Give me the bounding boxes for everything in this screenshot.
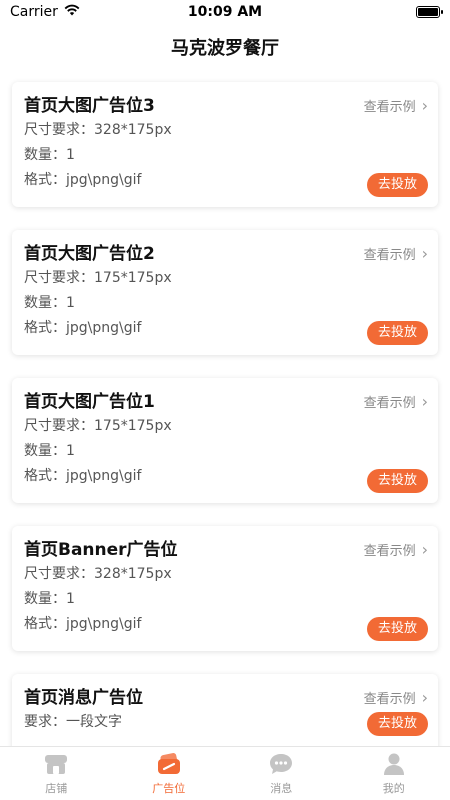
ad-slot-card: 首页大图广告位3 查看示例 › 尺寸要求：328*175px 数量：1 格式：j…: [12, 82, 438, 207]
ad-slot-card: 首页大图广告位1 查看示例 › 尺寸要求：175*175px 数量：1 格式：j…: [12, 378, 438, 503]
status-left: Carrier: [10, 4, 80, 20]
chevron-right-icon: ›: [421, 391, 428, 411]
page-title: 马克波罗餐厅: [171, 38, 279, 59]
view-example-link[interactable]: 查看示例 ›: [364, 244, 428, 263]
ad-slot-card: 首页消息广告位 查看示例 › 要求：一段文字 去投放: [12, 674, 438, 746]
profile-icon: [381, 752, 407, 776]
ad-slot-card: 首页大图广告位2 查看示例 › 尺寸要求：175*175px 数量：1 格式：j…: [12, 230, 438, 355]
quantity: 数量：1: [24, 295, 75, 311]
tab-label: 我的: [382, 781, 405, 795]
tab-profile[interactable]: 我的: [338, 747, 450, 800]
place-ad-button[interactable]: 去投放: [366, 469, 428, 493]
view-example-link[interactable]: 查看示例 ›: [364, 688, 428, 707]
quantity: 数量：1: [24, 591, 75, 607]
size-requirement: 尺寸要求：175*175px: [24, 270, 172, 286]
view-example-label: 查看示例: [363, 100, 416, 115]
format: 格式：jpg\png\gif: [24, 616, 142, 632]
status-bar: Carrier 10:09 AM: [0, 0, 450, 24]
view-example-link[interactable]: 查看示例 ›: [364, 540, 428, 559]
chevron-right-icon: ›: [421, 539, 428, 559]
view-example-link[interactable]: 查看示例 ›: [364, 96, 428, 115]
tab-ads[interactable]: 广告位: [113, 747, 226, 800]
view-example-label: 查看示例: [363, 248, 416, 263]
format: 格式：jpg\png\gif: [24, 172, 142, 188]
tab-store[interactable]: 店铺: [0, 747, 113, 800]
size-requirement: 尺寸要求：328*175px: [24, 566, 172, 582]
size-requirement: 尺寸要求：328*175px: [24, 122, 172, 138]
message-icon: [268, 752, 294, 776]
view-example-label: 查看示例: [363, 544, 416, 559]
ad-icon: [156, 752, 182, 776]
wifi-icon: [64, 4, 80, 20]
battery-icon: [416, 6, 443, 18]
store-icon: [43, 752, 69, 776]
tab-label: 广告位: [152, 781, 186, 795]
ad-slot-card: 首页Banner广告位 查看示例 › 尺寸要求：328*175px 数量：1 格…: [12, 526, 438, 651]
chevron-right-icon: ›: [421, 687, 428, 707]
place-ad-button[interactable]: 去投放: [366, 617, 428, 641]
chevron-right-icon: ›: [421, 243, 428, 263]
view-example-label: 查看示例: [363, 692, 416, 707]
view-example-link[interactable]: 查看示例 ›: [364, 392, 428, 411]
ad-slot-list[interactable]: 首页大图广告位3 查看示例 › 尺寸要求：328*175px 数量：1 格式：j…: [0, 70, 450, 746]
place-ad-button[interactable]: 去投放: [366, 712, 428, 736]
format: 格式：jpg\png\gif: [24, 468, 142, 484]
carrier-label: Carrier: [10, 4, 58, 20]
tab-bar: 店铺 广告位 消息 我的: [0, 746, 450, 800]
quantity: 数量：1: [24, 147, 75, 163]
quantity: 数量：1: [24, 443, 75, 459]
view-example-label: 查看示例: [363, 396, 416, 411]
chevron-right-icon: ›: [421, 95, 428, 115]
tab-messages[interactable]: 消息: [225, 747, 338, 800]
place-ad-button[interactable]: 去投放: [366, 173, 428, 197]
format: 格式：jpg\png\gif: [24, 320, 142, 336]
tab-label: 店铺: [45, 781, 68, 795]
navigation-bar: 马克波罗餐厅: [0, 24, 450, 70]
place-ad-button[interactable]: 去投放: [366, 321, 428, 345]
tab-label: 消息: [270, 781, 293, 795]
size-requirement: 尺寸要求：175*175px: [24, 418, 172, 434]
text-requirement: 要求：一段文字: [24, 714, 122, 730]
